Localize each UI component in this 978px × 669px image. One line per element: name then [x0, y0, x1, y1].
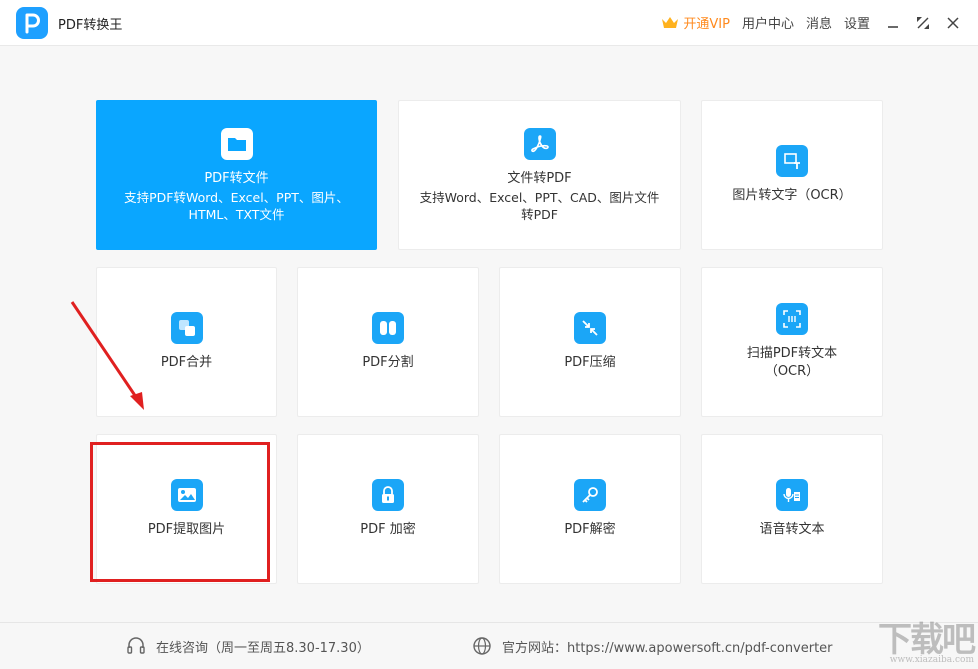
app-title: PDF转换王	[58, 18, 123, 33]
messages-link[interactable]: 消息	[806, 13, 832, 32]
card-pdf-merge[interactable]: PDF合并	[96, 267, 277, 417]
vip-button[interactable]: 开通VIP	[661, 13, 730, 32]
card-title: 图片转文字（OCR）	[732, 188, 852, 203]
image-icon	[170, 479, 203, 511]
website-link[interactable]: 官方网站：https://www.apowersoft.cn/pdf-conve…	[472, 636, 833, 656]
card-pdf-extract-images[interactable]: PDF提取图片	[96, 434, 277, 584]
card-title: PDF 加密	[360, 522, 416, 537]
website-label: 官方网站：https://www.apowersoft.cn/pdf-conve…	[502, 640, 833, 656]
card-scan-pdf-to-text[interactable]: 扫描PDF转文本（OCR）	[701, 267, 883, 417]
vip-label: 开通VIP	[683, 17, 730, 32]
microphone-icon	[776, 479, 808, 511]
card-title: 语音转文本	[759, 522, 825, 537]
card-desc: 支持PDF转Word、Excel、PPT、图片、HTML、TXT文件	[124, 189, 349, 222]
merge-icon	[170, 312, 203, 344]
settings-link[interactable]: 设置	[844, 13, 870, 32]
image-ocr-icon	[776, 145, 808, 177]
crown-icon	[662, 16, 679, 28]
card-title: PDF提取图片	[147, 522, 226, 537]
app-logo-icon	[16, 7, 48, 39]
key-icon	[574, 479, 606, 511]
user-center-link[interactable]: 用户中心	[742, 13, 794, 32]
compress-icon	[574, 312, 606, 344]
pdf-acrobat-icon	[523, 127, 556, 160]
card-pdf-split[interactable]: PDF分割	[297, 267, 479, 417]
scan-icon	[776, 303, 808, 335]
card-pdf-decrypt[interactable]: PDF解密	[499, 434, 681, 584]
consult-label: 在线咨询（周一至周五8.30-17.30）	[156, 640, 370, 656]
card-title: 扫描PDF转文本（OCR）	[746, 346, 838, 379]
close-button[interactable]	[942, 12, 964, 34]
split-icon	[372, 312, 404, 344]
card-desc: 支持Word、Excel、PPT、CAD、图片文件转PDF	[419, 189, 660, 222]
online-consult-link[interactable]: 在线咨询（周一至周五8.30-17.30）	[126, 636, 370, 656]
card-title: PDF转文件	[204, 170, 269, 186]
card-title: PDF压缩	[564, 355, 616, 370]
headset-icon	[127, 637, 145, 654]
footer: 在线咨询（周一至周五8.30-17.30） 官方网站：https://www.a…	[0, 622, 978, 669]
card-file-to-pdf[interactable]: 文件转PDF 支持Word、Excel、PPT、CAD、图片文件转PDF	[398, 100, 681, 250]
card-pdf-encrypt[interactable]: PDF 加密	[297, 434, 479, 584]
close-icon	[947, 16, 959, 29]
restore-icon	[917, 16, 929, 29]
lock-icon	[372, 479, 404, 511]
title-bar: PDF转换王 开通VIP 用户中心 消息 设置	[0, 0, 978, 46]
card-title: PDF分割	[362, 355, 414, 370]
minimize-button[interactable]	[882, 12, 904, 34]
card-pdf-to-file[interactable]: PDF转文件 支持PDF转Word、Excel、PPT、图片、HTML、TXT文…	[96, 100, 377, 250]
card-pdf-compress[interactable]: PDF压缩	[499, 267, 681, 417]
card-title: PDF合并	[160, 355, 213, 370]
minimize-icon	[888, 25, 898, 28]
card-title: PDF解密	[564, 522, 616, 537]
folder-icon	[220, 127, 253, 160]
restore-button[interactable]	[912, 12, 934, 34]
card-speech-to-text[interactable]: 语音转文本	[701, 434, 883, 584]
card-title: 文件转PDF	[507, 170, 572, 186]
card-image-to-text[interactable]: 图片转文字（OCR）	[701, 100, 883, 250]
globe-icon	[473, 637, 491, 655]
